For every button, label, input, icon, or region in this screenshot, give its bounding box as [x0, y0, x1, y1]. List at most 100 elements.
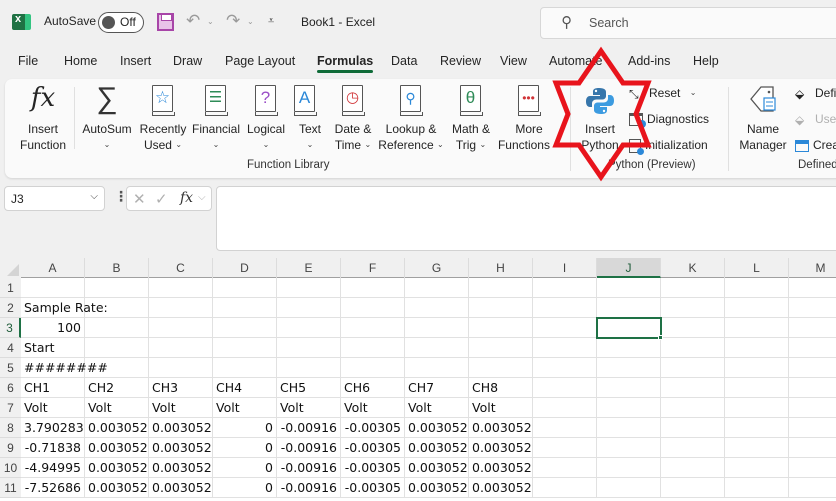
cell-l5[interactable]: [725, 358, 789, 378]
row-header-1[interactable]: 1: [0, 278, 21, 298]
cell-a11[interactable]: -7.52686: [21, 478, 85, 498]
lookup-reference-button[interactable]: ⚲ Lookup & Reference ⌄: [378, 83, 444, 155]
cell-d3[interactable]: [213, 318, 277, 338]
cell-i4[interactable]: [533, 338, 597, 358]
cell-j10[interactable]: [597, 458, 661, 478]
cell-d8[interactable]: 0: [213, 418, 277, 438]
cell-i1[interactable]: [533, 278, 597, 298]
logical-button[interactable]: ? Logical ⌄: [245, 83, 287, 155]
cell-h3[interactable]: [469, 318, 533, 338]
tab-help[interactable]: Help: [693, 54, 719, 68]
insert-function-button[interactable]: fx Insert Function: [13, 83, 73, 153]
row-header-2[interactable]: 2: [0, 298, 21, 318]
cell-h2[interactable]: [469, 298, 533, 318]
cell-f1[interactable]: [341, 278, 405, 298]
active-cell-selection[interactable]: [596, 317, 662, 339]
cell-m4[interactable]: [789, 338, 836, 358]
cell-k2[interactable]: [661, 298, 725, 318]
column-header-d[interactable]: D: [213, 258, 277, 278]
chevron-down-icon[interactable]: ⌵: [198, 192, 206, 203]
cell-b11[interactable]: 0.003052: [85, 478, 149, 498]
cell-a9[interactable]: -0.71838: [21, 438, 85, 458]
enter-icon[interactable]: ✓: [155, 190, 168, 208]
cell-g11[interactable]: 0.003052: [405, 478, 469, 498]
tab-data[interactable]: Data: [391, 54, 417, 68]
cell-j7[interactable]: [597, 398, 661, 418]
column-header-a[interactable]: A: [21, 258, 85, 278]
cell-i5[interactable]: [533, 358, 597, 378]
cell-d6[interactable]: CH4: [213, 378, 277, 398]
column-header-f[interactable]: F: [341, 258, 405, 278]
cell-f4[interactable]: [341, 338, 405, 358]
cell-e10[interactable]: -0.00916: [277, 458, 341, 478]
cell-a8[interactable]: 3.790283: [21, 418, 85, 438]
cell-m6[interactable]: [789, 378, 836, 398]
cell-m3[interactable]: [789, 318, 836, 338]
cell-g5[interactable]: [405, 358, 469, 378]
cell-a4[interactable]: Start: [21, 338, 85, 358]
cell-j6[interactable]: [597, 378, 661, 398]
cell-i6[interactable]: [533, 378, 597, 398]
reset-button[interactable]: ⤡ Reset ⌄: [629, 86, 696, 101]
cell-f5[interactable]: [341, 358, 405, 378]
cell-c2[interactable]: [149, 298, 213, 318]
cell-d7[interactable]: Volt: [213, 398, 277, 418]
tab-home[interactable]: Home: [64, 54, 97, 68]
cell-l3[interactable]: [725, 318, 789, 338]
cell-c11[interactable]: 0.003052: [149, 478, 213, 498]
cell-a6[interactable]: CH1: [21, 378, 85, 398]
tab-page-layout[interactable]: Page Layout: [225, 54, 295, 68]
cell-l2[interactable]: [725, 298, 789, 318]
row-header-9[interactable]: 9: [0, 438, 21, 458]
cell-h5[interactable]: [469, 358, 533, 378]
use-in-formula-button[interactable]: ⬙ Use: [795, 112, 836, 127]
insert-python-button[interactable]: Insert Python: [575, 83, 625, 153]
name-manager-button[interactable]: Name Manager: [735, 83, 791, 153]
cell-j11[interactable]: [597, 478, 661, 498]
autosave-toggle[interactable]: Off: [98, 12, 144, 33]
undo-icon[interactable]: ↶: [186, 11, 200, 31]
cell-m8[interactable]: [789, 418, 836, 438]
row-header-3[interactable]: 3: [0, 318, 21, 338]
cell-e8[interactable]: -0.00916: [277, 418, 341, 438]
cell-i2[interactable]: [533, 298, 597, 318]
insert-function-icon[interactable]: fx: [180, 190, 193, 206]
column-header-h[interactable]: H: [469, 258, 533, 278]
cell-a1[interactable]: [21, 278, 85, 298]
cell-l6[interactable]: [725, 378, 789, 398]
cell-d10[interactable]: 0: [213, 458, 277, 478]
cell-e7[interactable]: Volt: [277, 398, 341, 418]
cell-c4[interactable]: [149, 338, 213, 358]
cell-k6[interactable]: [661, 378, 725, 398]
tab-draw[interactable]: Draw: [173, 54, 202, 68]
cell-j2[interactable]: [597, 298, 661, 318]
cell-b8[interactable]: 0.003052: [85, 418, 149, 438]
cell-b3[interactable]: [85, 318, 149, 338]
cell-e6[interactable]: CH5: [277, 378, 341, 398]
column-header-c[interactable]: C: [149, 258, 213, 278]
cell-f11[interactable]: -0.00305: [341, 478, 405, 498]
cell-c9[interactable]: 0.003052: [149, 438, 213, 458]
row-header-4[interactable]: 4: [0, 338, 21, 358]
cell-b1[interactable]: [85, 278, 149, 298]
cell-b5[interactable]: [85, 358, 149, 378]
tab-review[interactable]: Review: [440, 54, 481, 68]
tab-add-ins[interactable]: Add-ins: [628, 54, 670, 68]
cell-j9[interactable]: [597, 438, 661, 458]
cell-a7[interactable]: Volt: [21, 398, 85, 418]
row-header-6[interactable]: 6: [0, 378, 21, 398]
row-header-11[interactable]: 11: [0, 478, 21, 498]
cell-a10[interactable]: -4.94995: [21, 458, 85, 478]
cell-b4[interactable]: [85, 338, 149, 358]
cell-i7[interactable]: [533, 398, 597, 418]
cell-i8[interactable]: [533, 418, 597, 438]
redo-icon[interactable]: ↷: [226, 11, 240, 31]
cell-g3[interactable]: [405, 318, 469, 338]
undo-dropdown-icon[interactable]: ⌄: [207, 17, 214, 26]
cell-f6[interactable]: CH6: [341, 378, 405, 398]
cell-d4[interactable]: [213, 338, 277, 358]
cell-b7[interactable]: Volt: [85, 398, 149, 418]
cell-k9[interactable]: [661, 438, 725, 458]
cell-e2[interactable]: [277, 298, 341, 318]
row-header-10[interactable]: 10: [0, 458, 21, 478]
